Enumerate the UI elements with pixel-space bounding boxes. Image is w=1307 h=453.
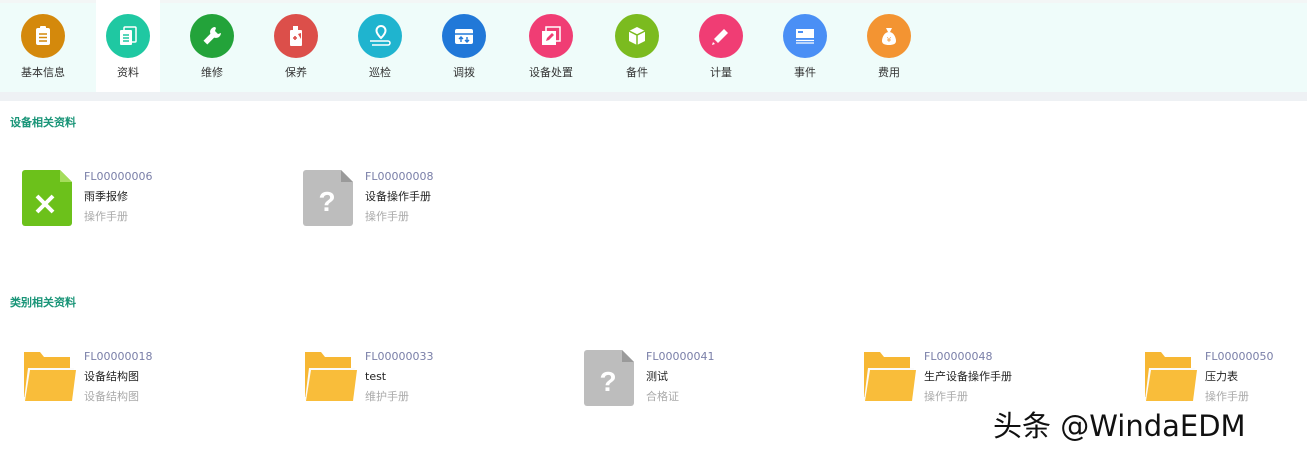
file-type: 操作手册: [365, 210, 409, 223]
file-type: 合格证: [646, 390, 679, 403]
file-type: 设备结构图: [84, 390, 139, 403]
file-name[interactable]: 雨季报修: [84, 187, 152, 207]
excel-file-icon: [22, 170, 72, 226]
folder-icon: [303, 350, 357, 406]
transfer-box-icon: [442, 14, 486, 58]
nav-item-5[interactable]: 调拨: [432, 0, 496, 92]
file-code: FL00000050: [1205, 350, 1274, 363]
folder-icon: [22, 350, 76, 406]
location-route-icon: [358, 14, 402, 58]
money-bag-icon: ¥: [867, 14, 911, 58]
folder-icon: [862, 350, 916, 406]
file-name[interactable]: 测试: [646, 367, 714, 387]
nav-label: 计量: [710, 66, 732, 79]
nav-item-4[interactable]: 巡检: [348, 0, 412, 92]
card-icon: [783, 14, 827, 58]
svg-text:¥: ¥: [887, 36, 892, 44]
file-name[interactable]: 设备结构图: [84, 367, 152, 387]
nav-item-3[interactable]: 保养: [264, 0, 328, 92]
edit-icon: [529, 14, 573, 58]
watermark: 头条 @WindaEDM: [993, 409, 1246, 443]
clipboard-icon: [21, 14, 65, 58]
file-code: FL00000018: [84, 350, 153, 363]
file-item[interactable]: ? FL00000008 设备操作手册 操作手册: [303, 170, 573, 230]
file-item[interactable]: FL00000050 压力表 操作手册: [1143, 350, 1307, 410]
nav-item-6[interactable]: 设备处置: [519, 0, 583, 92]
folder-icon: [1143, 350, 1197, 406]
nav-item-8[interactable]: 计量: [689, 0, 753, 92]
file-name[interactable]: 压力表: [1205, 367, 1273, 387]
file-type: 维护手册: [365, 390, 409, 403]
nav-label: 调拨: [453, 66, 475, 79]
nav-item-2[interactable]: 维修: [180, 0, 244, 92]
file-type: 操作手册: [84, 210, 128, 223]
file-code: FL00000048: [924, 350, 993, 363]
file-code: FL00000033: [365, 350, 434, 363]
nav-label: 基本信息: [21, 66, 65, 79]
package-icon: [615, 14, 659, 58]
svg-text:?: ?: [318, 186, 335, 217]
nav-divider: [0, 92, 1307, 101]
file-code: FL00000008: [365, 170, 434, 183]
documents-icon: [106, 14, 150, 58]
nav-item-7[interactable]: 备件: [605, 0, 669, 92]
nav-label: 巡检: [369, 66, 391, 79]
nav-item-9[interactable]: 事件: [773, 0, 837, 92]
nav-item-0[interactable]: 基本信息: [11, 0, 75, 92]
nav-label: 资料: [117, 66, 139, 79]
unknown-file-icon: ?: [584, 350, 634, 406]
file-item[interactable]: ? FL00000041 测试 合格证: [584, 350, 854, 410]
file-code: FL00000006: [84, 170, 153, 183]
nav-label: 费用: [878, 66, 900, 79]
file-item[interactable]: FL00000048 生产设备操作手册 操作手册: [862, 350, 1132, 410]
file-code: FL00000041: [646, 350, 715, 363]
file-item[interactable]: FL00000018 设备结构图 设备结构图: [22, 350, 292, 410]
section-title-equipment-docs: 设备相关资料: [10, 116, 76, 129]
file-name[interactable]: 设备操作手册: [365, 187, 433, 207]
file-name[interactable]: test: [365, 367, 433, 387]
file-name[interactable]: 生产设备操作手册: [924, 367, 1012, 387]
file-item[interactable]: FL00000006 雨季报修 操作手册: [22, 170, 292, 230]
nav-item-1[interactable]: 资料: [96, 0, 160, 92]
nav-label: 备件: [626, 66, 648, 79]
nav-label: 维修: [201, 66, 223, 79]
svg-text:?: ?: [599, 366, 616, 397]
nav-label: 设备处置: [529, 66, 573, 79]
nav-label: 事件: [794, 66, 816, 79]
nav-label: 保养: [285, 66, 307, 79]
section-title-category-docs: 类别相关资料: [10, 296, 76, 309]
file-item[interactable]: FL00000033 test 维护手册: [303, 350, 573, 410]
oil-can-icon: [274, 14, 318, 58]
ruler-icon: [699, 14, 743, 58]
nav-item-10[interactable]: ¥ 费用: [857, 0, 921, 92]
wrench-icon: [190, 14, 234, 58]
unknown-file-icon: ?: [303, 170, 353, 226]
